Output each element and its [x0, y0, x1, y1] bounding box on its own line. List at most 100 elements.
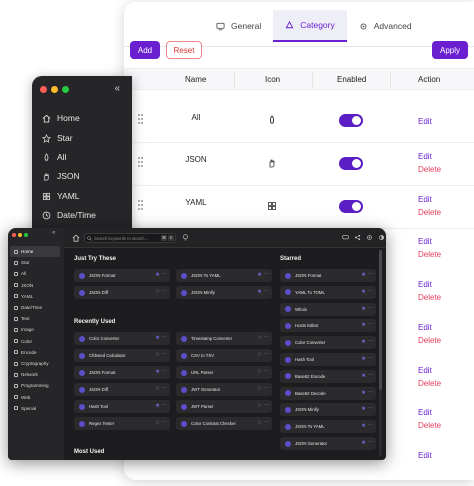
star-icon[interactable]: ☆	[155, 420, 160, 427]
star-icon[interactable]: ☆	[257, 335, 262, 342]
drag-handle-icon[interactable]	[138, 200, 144, 210]
more-icon[interactable]: ···	[368, 305, 373, 312]
edit-link[interactable]: Edit	[418, 195, 432, 204]
sidebar-item-web[interactable]: Web	[10, 392, 60, 403]
star-icon[interactable]: ☆	[257, 403, 262, 410]
star-icon[interactable]: ★	[257, 289, 262, 296]
share-icon[interactable]	[354, 234, 361, 241]
tool-card[interactable]: JSON Minify ★ ···	[280, 403, 376, 417]
star-icon[interactable]: ★	[155, 403, 160, 410]
tool-card[interactable]: JSON Minify ★ ···	[176, 286, 272, 299]
delete-link[interactable]: Delete	[418, 250, 441, 259]
delete-link[interactable]: Delete	[418, 208, 441, 217]
tool-card[interactable]: JSON To YAML ★ ···	[176, 269, 272, 282]
star-icon[interactable]: ★	[361, 272, 366, 279]
add-button[interactable]: Add	[130, 41, 160, 59]
collapse-sidebar-icon[interactable]: «	[114, 83, 120, 94]
edit-link[interactable]: Edit	[418, 408, 432, 417]
star-icon[interactable]: ★	[361, 289, 366, 296]
star-icon[interactable]: ☆	[257, 352, 262, 359]
tool-card[interactable]: Hosts Editor ★ ···	[280, 319, 376, 333]
tool-card[interactable]: JSON Format ★ ···	[280, 269, 376, 282]
edit-link[interactable]: Edit	[418, 237, 432, 246]
star-icon[interactable]: ★	[361, 406, 366, 413]
more-icon[interactable]: ···	[368, 338, 373, 345]
star-icon[interactable]: ☆	[155, 352, 160, 359]
tool-card[interactable]: JSON Format ★ ···	[74, 269, 170, 282]
tool-card[interactable]: Cfdseed Calculator ☆ ···	[74, 349, 170, 362]
collapse-sidebar-icon[interactable]: «	[52, 230, 55, 236]
search-input[interactable]: Search keywords to search... ⌘ K	[84, 233, 176, 243]
tool-card[interactable]: Hash Tool ★ ···	[74, 400, 170, 413]
tool-card[interactable]: JSON Diff ☆ ···	[74, 383, 170, 396]
tool-card[interactable]: Whois ★ ···	[280, 302, 376, 316]
tool-card[interactable]: Base62 Decode ★ ···	[280, 386, 376, 400]
tab-general[interactable]: General	[204, 10, 273, 42]
more-icon[interactable]: ···	[368, 321, 373, 328]
edit-link[interactable]: Edit	[418, 323, 432, 332]
tab-advanced[interactable]: Advanced	[347, 10, 424, 42]
minimize-window-button[interactable]	[51, 86, 58, 93]
tool-card[interactable]: JSON Generator ★ ···	[280, 437, 376, 450]
star-icon[interactable]: ★	[361, 440, 366, 447]
reset-button[interactable]: Reset	[166, 41, 202, 59]
more-icon[interactable]: ···	[264, 271, 269, 278]
tool-card[interactable]: Color Contrast Checker ☆ ···	[176, 417, 272, 430]
star-icon[interactable]: ★	[361, 356, 366, 363]
sidebar-item-color[interactable]: Color	[10, 336, 60, 347]
sidebar-item-home[interactable]: Home	[32, 108, 132, 128]
enabled-toggle[interactable]	[339, 157, 363, 170]
edit-link[interactable]: Edit	[418, 117, 432, 126]
more-icon[interactable]: ···	[368, 271, 373, 278]
delete-link[interactable]: Delete	[418, 421, 441, 430]
more-icon[interactable]: ···	[264, 402, 269, 409]
more-icon[interactable]: ···	[368, 355, 373, 362]
minimize-window-button[interactable]	[18, 233, 22, 237]
more-icon[interactable]: ···	[162, 385, 167, 392]
more-icon[interactable]: ···	[264, 351, 269, 358]
delete-link[interactable]: Delete	[418, 165, 441, 174]
star-icon[interactable]: ★	[361, 373, 366, 380]
delete-link[interactable]: Delete	[418, 336, 441, 345]
star-icon[interactable]: ★	[361, 322, 366, 329]
more-icon[interactable]: ···	[162, 351, 167, 358]
sidebar-item-json[interactable]: JSON	[10, 280, 60, 291]
star-icon[interactable]: ★	[361, 390, 366, 397]
sidebar-item-home[interactable]: Home	[10, 246, 60, 257]
close-window-button[interactable]	[12, 233, 16, 237]
tool-card[interactable]: JWT Generator ☆ ···	[176, 383, 272, 396]
more-icon[interactable]: ···	[368, 389, 373, 396]
more-icon[interactable]: ···	[162, 419, 167, 426]
more-icon[interactable]: ···	[264, 288, 269, 295]
more-icon[interactable]: ···	[368, 372, 373, 379]
star-icon[interactable]: ★	[257, 272, 262, 279]
apply-button[interactable]: Apply	[432, 41, 468, 59]
edit-link[interactable]: Edit	[418, 366, 432, 375]
star-icon[interactable]: ★	[361, 306, 366, 313]
sidebar-item-date-time[interactable]: Date/Time	[10, 302, 60, 313]
sidebar-item-programming[interactable]: Programming	[10, 380, 60, 391]
more-icon[interactable]: ···	[264, 385, 269, 392]
delete-link[interactable]: Delete	[418, 293, 441, 302]
home-icon[interactable]	[72, 234, 80, 242]
edit-link[interactable]: Edit	[418, 152, 432, 161]
delete-link[interactable]: Delete	[418, 379, 441, 388]
theme-icon[interactable]	[378, 234, 385, 241]
sidebar-item-special[interactable]: Special	[10, 403, 60, 414]
tool-card[interactable]: CSV to TSV ☆ ···	[176, 349, 272, 362]
more-icon[interactable]: ···	[162, 288, 167, 295]
star-icon[interactable]: ★	[361, 423, 366, 430]
more-icon[interactable]: ···	[162, 368, 167, 375]
drag-handle-icon[interactable]	[138, 114, 144, 124]
tool-card[interactable]: JWT Parser ☆ ···	[176, 400, 272, 413]
sidebar-item-json[interactable]: JSON	[32, 166, 132, 186]
more-icon[interactable]: ···	[368, 422, 373, 429]
more-icon[interactable]: ···	[368, 288, 373, 295]
sidebar-item-encode[interactable]: Encode	[10, 347, 60, 358]
more-icon[interactable]: ···	[368, 405, 373, 412]
star-icon[interactable]: ☆	[155, 386, 160, 393]
close-window-button[interactable]	[40, 86, 47, 93]
sidebar-item-text[interactable]: Text	[10, 313, 60, 324]
star-icon[interactable]: ☆	[257, 420, 262, 427]
more-icon[interactable]: ···	[264, 419, 269, 426]
